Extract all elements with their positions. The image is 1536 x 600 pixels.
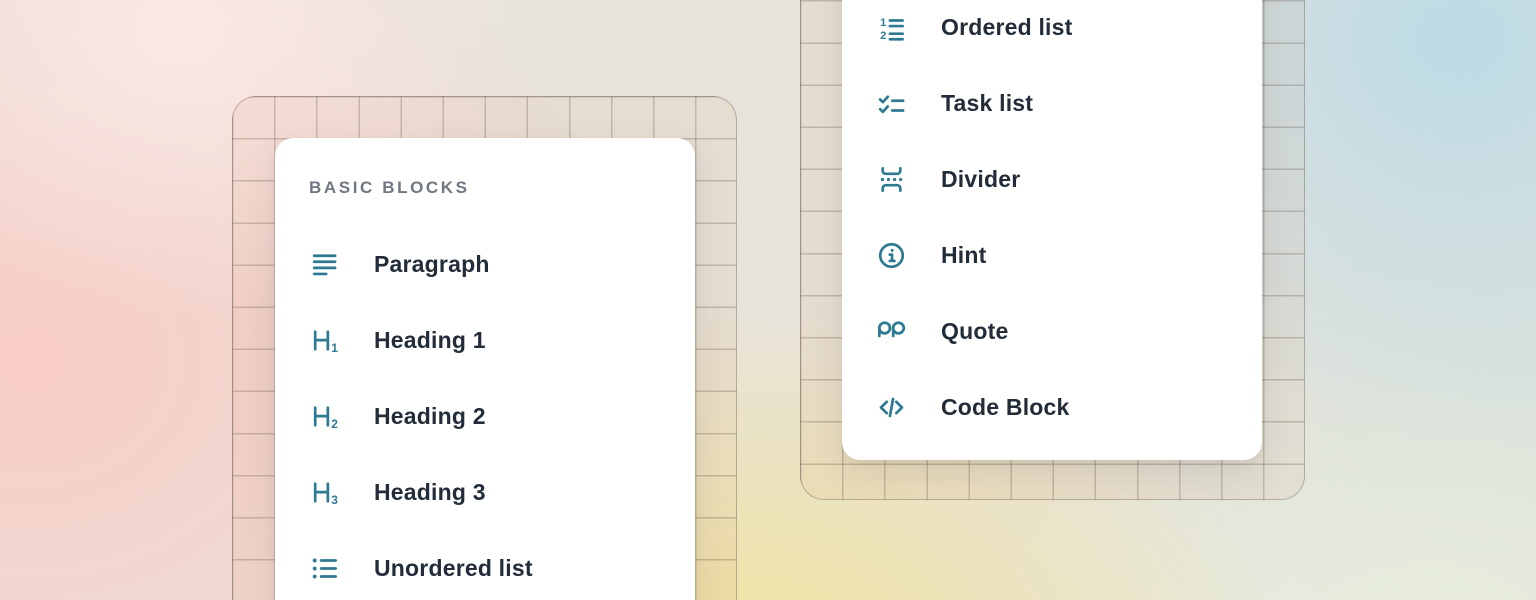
menu-item-quote[interactable]: Quote	[876, 293, 1228, 369]
menu-item-heading-2[interactable]: 2 Heading 2	[309, 378, 661, 454]
menu-item-label: Paragraph	[374, 253, 490, 276]
menu-item-ordered-list[interactable]: 12 Ordered list	[876, 0, 1228, 65]
menu-item-task-list[interactable]: Task list	[876, 65, 1228, 141]
paragraph-icon	[309, 249, 340, 280]
svg-text:1: 1	[331, 340, 338, 354]
basic-blocks-menu: BASIC BLOCKS Paragraph 1 Heading 1 2 Heading…	[275, 138, 695, 600]
menu-item-label: Task list	[941, 92, 1033, 115]
quote-icon	[876, 316, 907, 347]
menu-item-code-block[interactable]: Code Block	[876, 369, 1228, 445]
menu-item-hint[interactable]: Hint	[876, 217, 1228, 293]
svg-text:2: 2	[331, 416, 338, 430]
hint-icon	[876, 240, 907, 271]
menu-item-label: Heading 2	[374, 405, 486, 428]
code-block-icon	[876, 392, 907, 423]
basic-blocks-items: Paragraph 1 Heading 1 2 Heading 2 3 Heading 3 U…	[309, 226, 661, 600]
menu-item-label: Unordered list	[374, 557, 533, 580]
menu-item-divider[interactable]: Divider	[876, 141, 1228, 217]
heading-3-icon: 3	[309, 477, 340, 508]
svg-text:3: 3	[331, 492, 338, 506]
menu-item-label: Code Block	[941, 396, 1070, 419]
menu-item-heading-3[interactable]: 3 Heading 3	[309, 454, 661, 530]
menu-item-heading-1[interactable]: 1 Heading 1	[309, 302, 661, 378]
menu-item-label: Ordered list	[941, 16, 1073, 39]
section-label-basic-blocks: BASIC BLOCKS	[309, 178, 661, 198]
menu-item-label: Hint	[941, 244, 987, 267]
menu-item-label: Divider	[941, 168, 1020, 191]
menu-item-label: Quote	[941, 320, 1008, 343]
menu-item-unordered-list[interactable]: Unordered list	[309, 530, 661, 600]
heading-1-icon: 1	[309, 325, 340, 356]
menu-item-label: Heading 1	[374, 329, 486, 352]
heading-2-icon: 2	[309, 401, 340, 432]
svg-text:2: 2	[880, 29, 886, 41]
more-blocks-items: 12 Ordered list Task list Divider Hint Quote C…	[876, 0, 1228, 445]
menu-item-paragraph[interactable]: Paragraph	[309, 226, 661, 302]
task-list-icon	[876, 88, 907, 119]
menu-item-label: Heading 3	[374, 481, 486, 504]
divider-icon	[876, 164, 907, 195]
unordered-list-icon	[309, 553, 340, 584]
svg-text:1: 1	[880, 16, 886, 28]
ordered-list-icon: 12	[876, 12, 907, 43]
more-blocks-menu: 12 Ordered list Task list Divider Hint Quote C…	[842, 0, 1262, 460]
scene: BASIC BLOCKS Paragraph 1 Heading 1 2 Heading…	[0, 0, 1536, 600]
